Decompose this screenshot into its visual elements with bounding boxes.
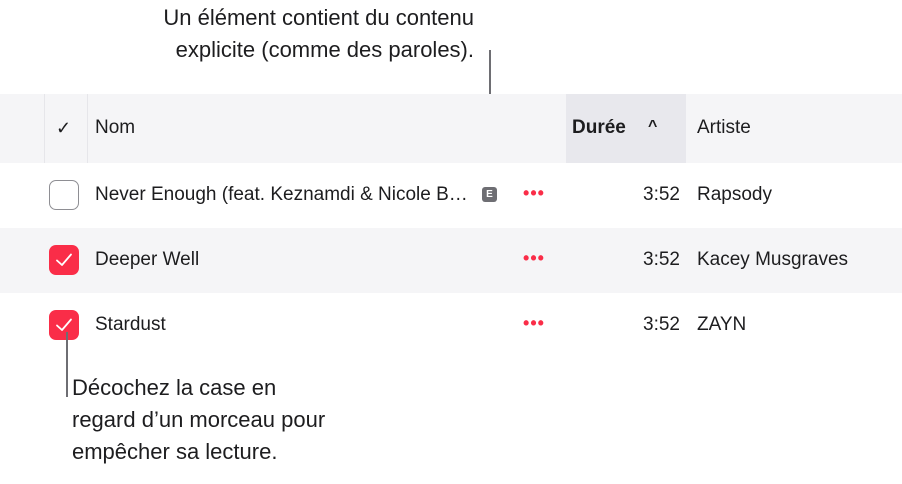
track-artist: Kacey Musgraves [697,249,849,270]
track-duration: 3:52 [643,314,680,335]
artist-column-header[interactable]: Artiste [697,117,751,139]
uncheck-callout-line-3: empêcher sa lecture. [72,439,278,464]
more-ellipsis-icon[interactable]: ••• [518,248,550,272]
explicit-icon: E [482,187,497,202]
explicit-callout-line-2: explicite (comme des paroles). [175,37,474,62]
column-divider [44,94,45,163]
track-artist: Rapsody [697,184,772,205]
sort-ascending-icon[interactable]: ^ [648,116,657,138]
track-duration: 3:52 [643,184,680,205]
song-checkbox[interactable] [49,245,79,275]
song-checkbox[interactable] [49,180,79,210]
table-row[interactable]: Deeper Well ••• 3:52 Kacey Musgraves [0,228,902,293]
uncheck-callout-line-2: regard d’un morceau pour [72,407,326,432]
uncheck-callout-leader-line [66,332,68,397]
duration-column-label[interactable]: Durée [572,117,626,139]
checkmark-column-header[interactable]: ✓ [56,117,71,139]
song-list-table: ✓ Nom Durée ^ Artiste Never Enough (feat… [0,94,902,358]
track-name: Stardust [95,314,166,335]
explicit-callout-line-1: Un élément contient du contenu [163,5,474,30]
checkmark-icon [56,318,72,331]
song-checkbox[interactable] [49,310,79,340]
more-ellipsis-icon[interactable]: ••• [518,313,550,337]
track-artist: ZAYN [697,314,747,335]
uncheck-song-callout: Décochez la case en regard d’un morceau … [72,372,325,468]
column-divider [87,94,88,163]
uncheck-callout-line-1: Décochez la case en [72,375,277,400]
name-column-header[interactable]: Nom [95,117,135,139]
checkmark-icon [56,253,72,266]
explicit-content-callout: Un élément contient du contenu explicite… [0,2,474,66]
table-row[interactable]: Stardust ••• 3:52 ZAYN [0,293,902,358]
track-name: Deeper Well [95,249,200,270]
table-row[interactable]: Never Enough (feat. Keznamdi & Nicole Bu… [0,163,902,228]
more-ellipsis-icon[interactable]: ••• [518,183,550,207]
track-duration: 3:52 [643,249,680,270]
table-header-row: ✓ Nom Durée ^ Artiste [0,94,902,163]
track-name: Never Enough (feat. Keznamdi & Nicole Bu… [95,184,471,205]
